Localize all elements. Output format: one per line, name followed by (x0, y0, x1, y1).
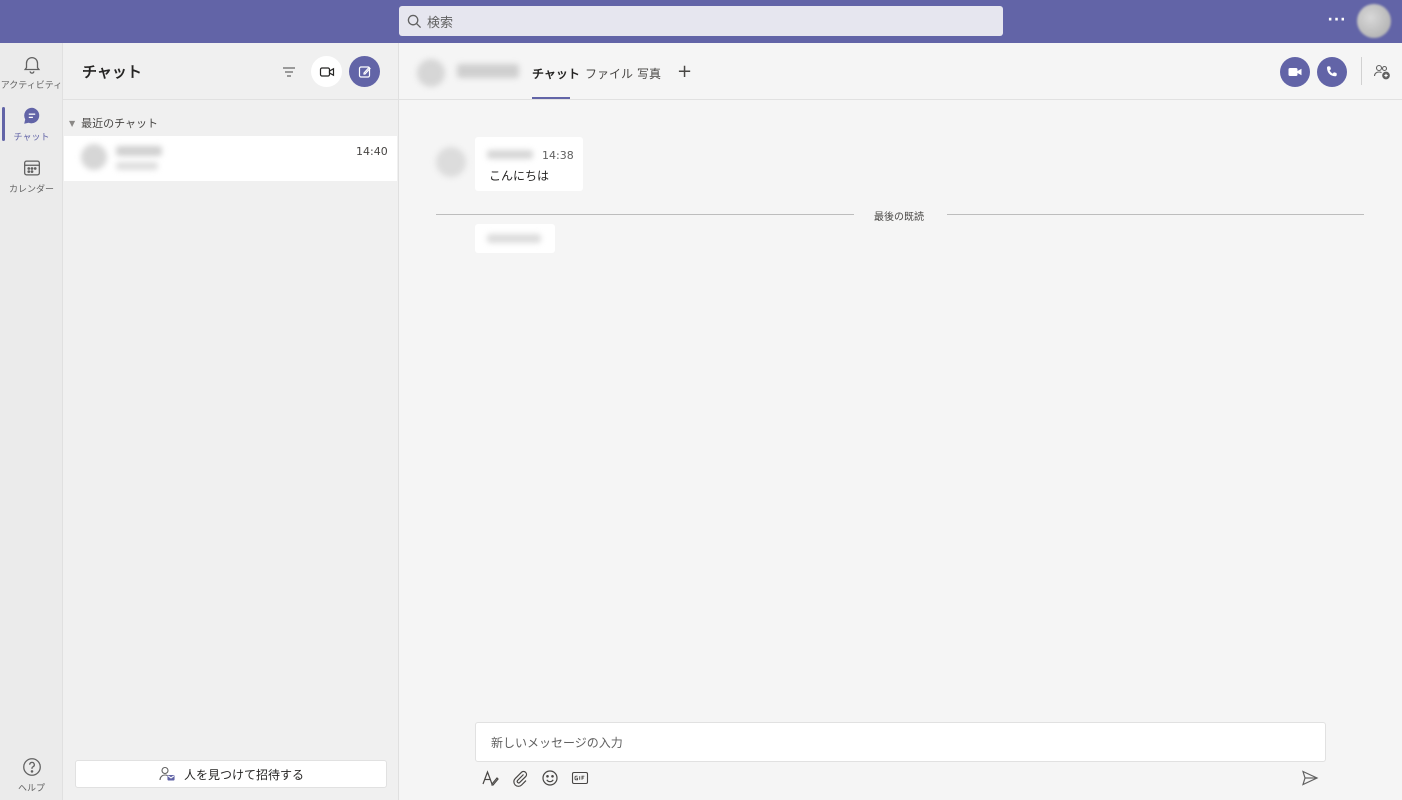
add-tab-button[interactable]: + (677, 61, 692, 82)
help-icon (22, 758, 41, 776)
rail-label: カレンダー (8, 185, 54, 195)
chat-list-item[interactable]: 14:40 (64, 136, 397, 181)
video-call-button[interactable] (1280, 57, 1310, 87)
search-box[interactable]: 検索 (399, 6, 1003, 36)
phone-icon (1326, 66, 1337, 77)
rail-label: アクティビティ (0, 81, 63, 91)
format-button[interactable] (480, 768, 500, 788)
message-bubble[interactable]: 14:38 こんにちは (475, 137, 583, 191)
invite-label: 人を見つけて招待する (183, 767, 304, 782)
send-icon (1302, 770, 1319, 786)
filter-button[interactable] (273, 56, 304, 87)
chat-timestamp: 14:40 (356, 145, 388, 158)
message-timestamp: 14:38 (542, 149, 574, 162)
sender-avatar[interactable] (436, 147, 466, 177)
active-tab-indicator (532, 97, 570, 99)
rail-item-help[interactable]: ヘルプ (0, 750, 63, 800)
compose-placeholder: 新しいメッセージの入力 (491, 735, 623, 750)
bell-icon (23, 57, 40, 74)
tab-photos[interactable]: 写真 (637, 65, 661, 82)
sender-name-redacted (487, 150, 533, 159)
conversation-header: チャット ファイル 写真 + (399, 43, 1402, 100)
rail-item-activity[interactable]: アクティビティ (0, 47, 63, 97)
calendar-icon (23, 160, 40, 176)
gif-button[interactable] (570, 768, 590, 788)
message-text: こんにちは (489, 169, 550, 183)
chat-icon (23, 107, 39, 124)
conversation-avatar[interactable] (417, 59, 445, 87)
video-camera-icon (1288, 68, 1302, 76)
chat-list-pane: チャット ▼ 最近のチャット 14:40 人を見つけて招待する (63, 43, 399, 800)
tab-chat[interactable]: チャット (532, 65, 580, 82)
section-label-text: 最近のチャット (81, 117, 159, 130)
attach-button[interactable] (510, 768, 530, 788)
smiley-icon (542, 770, 558, 786)
invite-people-button[interactable]: 人を見つけて招待する (75, 760, 387, 788)
filter-icon (282, 66, 295, 77)
header-divider (1361, 57, 1362, 85)
app-rail: アクティビティ チャット カレンダー ヘルプ (0, 43, 63, 800)
message-preview-redacted (116, 162, 158, 170)
more-options-button[interactable]: ··· (1326, 10, 1348, 32)
person-invite-icon (159, 766, 175, 781)
rail-item-chat[interactable]: チャット (0, 99, 63, 149)
contact-avatar (81, 144, 107, 170)
last-read-divider-left (436, 214, 854, 215)
gif-icon (571, 771, 589, 785)
rail-label: チャット (13, 133, 50, 143)
conversation-name-redacted (457, 64, 519, 78)
rail-label: ヘルプ (17, 784, 45, 794)
audio-call-button[interactable] (1317, 57, 1347, 87)
search-icon (407, 14, 422, 28)
tab-files[interactable]: ファイル (585, 65, 633, 82)
contact-name-redacted (116, 146, 162, 156)
compose-icon (358, 65, 371, 78)
new-chat-button[interactable] (349, 56, 380, 87)
format-text-icon (482, 770, 499, 786)
recent-chats-section[interactable]: ▼ 最近のチャット (69, 115, 158, 131)
search-placeholder: 検索 (427, 15, 454, 31)
meet-now-button[interactable] (311, 56, 342, 87)
rail-item-calendar[interactable]: カレンダー (0, 151, 63, 201)
conversation-pane: チャット ファイル 写真 + 14:38 こんにちは 最後の既読 新しいメッセー… (399, 43, 1402, 800)
top-bar: 検索 ··· (0, 0, 1402, 43)
add-people-button[interactable] (1371, 61, 1393, 83)
last-read-divider-right (947, 214, 1364, 215)
chat-list-title: チャット (82, 63, 142, 81)
people-add-icon (1373, 64, 1390, 80)
emoji-button[interactable] (540, 768, 560, 788)
send-button[interactable] (1300, 768, 1320, 788)
user-avatar[interactable] (1357, 4, 1391, 38)
last-read-label: 最後の既読 (874, 212, 924, 223)
chat-list-header: チャット (63, 43, 398, 100)
read-receipt-redacted (487, 234, 541, 243)
paperclip-icon (513, 770, 528, 787)
read-receipt-bubble (475, 224, 555, 253)
collapse-caret-icon: ▼ (69, 118, 76, 128)
video-camera-icon (319, 66, 334, 77)
active-indicator (2, 107, 5, 141)
message-compose-box[interactable]: 新しいメッセージの入力 (475, 722, 1326, 762)
